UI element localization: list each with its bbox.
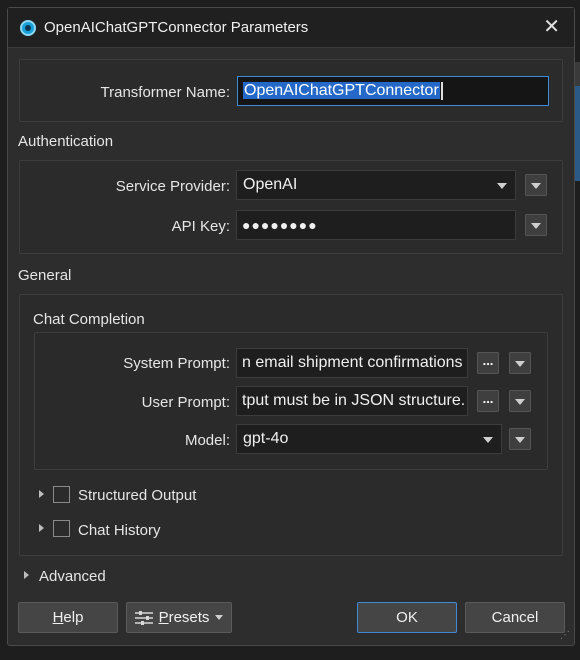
structured-output-checkbox[interactable] [53,486,70,503]
user-prompt-label: User Prompt: [141,394,230,411]
parameters-dialog: OpenAIChatGPTConnector Parameters ✕ Tran… [7,7,575,646]
authentication-section-title[interactable]: Authentication [18,133,113,150]
close-icon[interactable]: ✕ [543,16,560,38]
transformer-name-value: OpenAIChatGPTConnector [243,82,440,99]
presets-button[interactable]: Presets [126,602,232,633]
user-prompt-input[interactable]: tput must be in JSON structure. [236,386,468,416]
system-prompt-menu-button[interactable] [509,352,531,374]
presets-label-rest: resets [168,609,210,626]
ok-button[interactable]: OK [357,602,457,633]
model-label: Model: [184,432,230,449]
api-key-label: API Key: [171,218,230,235]
chevron-down-icon [215,615,223,620]
transformer-name-label: Transformer Name: [100,84,230,101]
system-prompt-label: System Prompt: [123,355,230,372]
model-value: gpt-4o [243,430,289,447]
structured-output-expand-icon[interactable] [39,490,44,498]
api-key-input[interactable]: ●●●●●●●● [236,210,516,240]
chat-completion-title[interactable]: Chat Completion [33,311,145,328]
chat-history-expand-icon[interactable] [39,524,44,532]
user-prompt-edit-button[interactable]: ... [477,390,499,412]
structured-output-label[interactable]: Structured Output [78,487,196,504]
chat-history-checkbox[interactable] [53,520,70,537]
user-prompt-menu-button[interactable] [509,390,531,412]
transformer-icon [20,20,36,36]
system-prompt-edit-button[interactable]: ... [477,352,499,374]
api-key-value: ●●●●●●●● [242,217,318,233]
title-bar: OpenAIChatGPTConnector Parameters ✕ [8,8,574,48]
help-button[interactable]: Help [18,602,118,633]
chat-history-label[interactable]: Chat History [78,522,161,539]
chevron-down-icon [497,183,507,189]
transformer-name-input[interactable]: OpenAIChatGPTConnector [237,76,549,106]
text-caret [440,81,443,100]
chevron-down-icon [483,437,493,443]
model-select[interactable]: gpt-4o [236,424,502,454]
cancel-button[interactable]: Cancel [465,602,565,633]
service-provider-label: Service Provider: [115,178,230,195]
api-key-menu-button[interactable] [525,214,547,236]
sliders-icon [135,611,153,625]
general-section-title[interactable]: General [18,267,71,284]
service-provider-menu-button[interactable] [525,174,547,196]
window-title: OpenAIChatGPTConnector Parameters [44,19,309,36]
system-prompt-input[interactable]: n email shipment confirmations [236,348,468,378]
resize-grip-icon[interactable]: ⋰ [560,631,572,643]
help-label-rest: elp [63,609,84,626]
model-menu-button[interactable] [509,428,531,450]
user-prompt-value: tput must be in JSON structure. [242,392,466,409]
advanced-expand-icon[interactable] [24,571,29,579]
service-provider-value: OpenAI [243,176,298,193]
help-mnemonic: H [52,609,64,626]
advanced-section-title[interactable]: Advanced [39,568,106,585]
presets-mnemonic: P [158,609,169,626]
system-prompt-value: n email shipment confirmations [242,354,463,371]
service-provider-select[interactable]: OpenAI [236,170,516,200]
